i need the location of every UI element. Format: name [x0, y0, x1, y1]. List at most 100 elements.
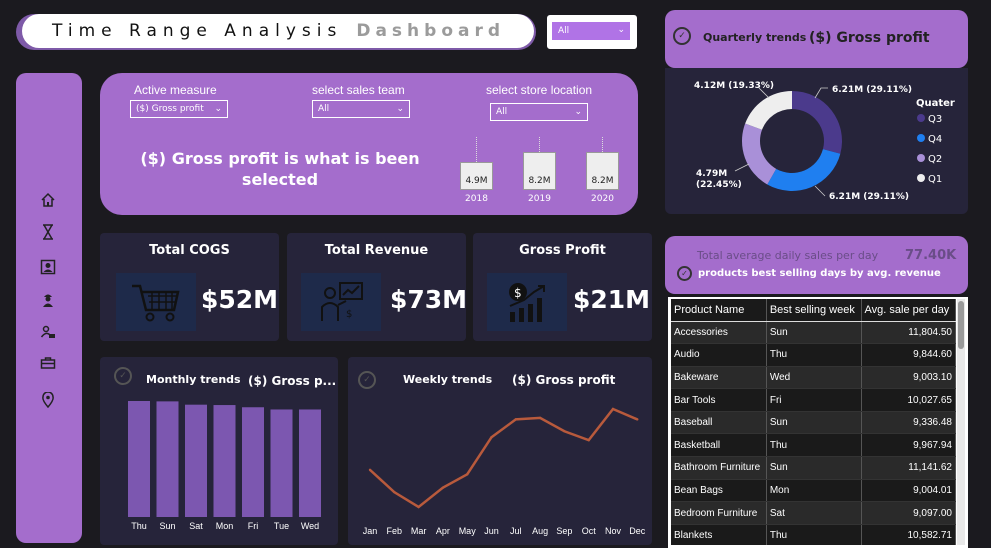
store-location-value: All [496, 107, 508, 117]
dashboard-title-suffix: Dashboard [356, 21, 506, 41]
kpi-cogs-card: Total COGS $52M [100, 233, 279, 341]
scrollbar-thumb[interactable] [958, 301, 964, 349]
team-icon[interactable] [38, 322, 58, 342]
legend-swatch [917, 134, 925, 142]
column-header-best-week[interactable]: Best selling week [766, 299, 862, 322]
products-table-frame: Product Name Best selling week Avg. sale… [668, 297, 968, 548]
sidebar-nav [16, 73, 82, 543]
avg-sale-cell: 9,967.94 [861, 433, 956, 458]
donut-data-label: 4.79M [696, 169, 727, 179]
legend-swatch [917, 154, 925, 162]
store-location-select[interactable]: All ⌄ [490, 103, 588, 121]
monthly-bar [128, 401, 150, 517]
donut-data-label: 4.12M (19.33%) [694, 81, 774, 91]
year-label: 2019 [528, 194, 551, 204]
best-week-cell: Sat [766, 501, 862, 525]
product-name-cell: Bakeware [671, 366, 767, 390]
chevron-down-icon: ⌄ [574, 107, 582, 117]
products-table[interactable]: Product Name Best selling week Avg. sale… [671, 299, 956, 545]
table-row[interactable]: Audio Thu 9,844.60 [671, 343, 956, 367]
year-bar[interactable]: 4.9M [460, 161, 493, 190]
donut-data-label: (22.45%) [696, 180, 742, 190]
check-circle-icon[interactable]: ✓ [673, 27, 691, 45]
quarterly-trends-panel: 6.21M (29.11%) 6.21M (29.11%) 4.79M (22.45%… [665, 68, 968, 214]
quarterly-trends-measure: ($) Gross profit [809, 30, 930, 46]
table-row[interactable]: Bedroom Furniture Sat 9,097.00 [671, 501, 956, 525]
monthly-tick-label: Sun [159, 521, 175, 531]
column-header-product[interactable]: Product Name [671, 299, 767, 322]
table-row[interactable]: Basketball Thu 9,967.94 [671, 433, 956, 458]
weekly-point [441, 486, 445, 489]
briefcase-icon[interactable] [38, 353, 58, 373]
table-row[interactable]: Accessories Sun 11,804.50 [671, 321, 956, 345]
active-measure-label: Active measure [134, 83, 217, 97]
monthly-bar-chart: Thu Sun Sat Mon Fri Tue Wed [128, 401, 321, 531]
table-row[interactable]: Baseball Sun 9,336.48 [671, 411, 956, 435]
year-bar[interactable]: 8.2M [523, 152, 556, 190]
kpi-profit-title: Gross Profit [519, 243, 606, 258]
best-week-cell: Thu [766, 433, 862, 458]
table-row[interactable]: Bathroom Furniture Sun 11,141.62 [671, 456, 956, 480]
product-name-cell: Bean Bags [671, 479, 767, 503]
product-name-cell: Blankets [671, 524, 767, 545]
weekly-point [490, 436, 493, 439]
weekly-point [563, 430, 566, 433]
year-label: 2020 [591, 194, 614, 204]
year-bar-label: 8.2M [528, 176, 551, 186]
weekly-point [368, 468, 372, 472]
presenter-chart-icon: $ [301, 273, 381, 331]
location-pin-icon[interactable] [38, 390, 58, 410]
column-header-avg-sale[interactable]: Avg. sale per day [861, 299, 956, 322]
weekly-line-chart: Jan Feb Mar Apr May Jun Jul Aug Sep Oct Nov Dec [363, 407, 646, 536]
svg-text:$: $ [346, 309, 352, 320]
table-row[interactable]: Blankets Thu 10,582.71 [671, 524, 956, 545]
weekly-tick-label: Nov [605, 526, 622, 536]
avg-daily-sales-title: Total average daily sales per day [697, 249, 879, 262]
year-bar-guide [539, 137, 540, 152]
product-name-cell: Accessories [671, 321, 767, 345]
avg-sale-cell: 9,336.48 [861, 411, 956, 435]
donut-data-label: 6.21M (29.11%) [829, 192, 909, 202]
worker-icon[interactable] [38, 290, 58, 310]
weekly-tick-label: Apr [436, 526, 450, 536]
legend-label: Q2 [928, 154, 942, 165]
chevron-down-icon: ⌄ [617, 25, 625, 35]
legend-label: Q4 [928, 134, 942, 145]
shopping-cart-icon [116, 273, 196, 331]
monthly-tick-label: Mon [216, 521, 234, 531]
donut-slice-q1 [745, 91, 792, 130]
weekly-tick-label: Oct [582, 526, 597, 536]
avg-sale-cell: 9,003.10 [861, 366, 956, 390]
monthly-bar [242, 407, 264, 517]
profile-card-icon[interactable] [38, 257, 58, 277]
top-filter-value: All [558, 26, 570, 36]
check-circle-icon[interactable]: ✓ [677, 266, 692, 281]
best-selling-days-subtitle: products best selling days by avg. reven… [698, 268, 941, 279]
donut-leader-line [734, 163, 750, 172]
active-measure-select[interactable]: ($) Gross profit ⌄ [130, 100, 228, 118]
table-row[interactable]: Bean Bags Mon 9,004.01 [671, 479, 956, 503]
top-filter-select[interactable]: All ⌄ [551, 21, 631, 41]
table-scrollbar[interactable] [957, 299, 965, 545]
selected-measure-line2: selected [241, 170, 319, 189]
hourglass-icon[interactable] [38, 222, 58, 242]
weekly-point [636, 418, 639, 421]
donut-data-label: 6.21M (29.11%) [832, 85, 912, 95]
sales-team-select[interactable]: All ⌄ [312, 100, 410, 118]
year-bar[interactable]: 8.2M [586, 152, 619, 190]
table-row[interactable]: Bar Tools Fri 10,027.65 [671, 388, 956, 412]
home-icon[interactable] [38, 190, 58, 210]
product-name-cell: Bathroom Furniture [671, 456, 767, 480]
quarterly-trends-header: ✓ Quarterly trends ($) Gross profit [665, 10, 968, 68]
monthly-tick-label: Wed [301, 521, 319, 531]
year-bar-guide [602, 137, 603, 152]
donut-slice-q3 [792, 91, 842, 154]
monthly-tick-label: Tue [274, 521, 289, 531]
filter-panel: Active measure ($) Gross profit ⌄ select… [100, 73, 638, 215]
weekly-point [466, 473, 469, 476]
table-row[interactable]: Bakeware Wed 9,003.10 [671, 366, 956, 390]
product-name-cell: Baseball [671, 411, 767, 435]
weekly-tick-label: Aug [532, 526, 548, 536]
weekly-point [538, 416, 542, 420]
top-filter-dropdown[interactable]: All ⌄ [547, 15, 637, 49]
